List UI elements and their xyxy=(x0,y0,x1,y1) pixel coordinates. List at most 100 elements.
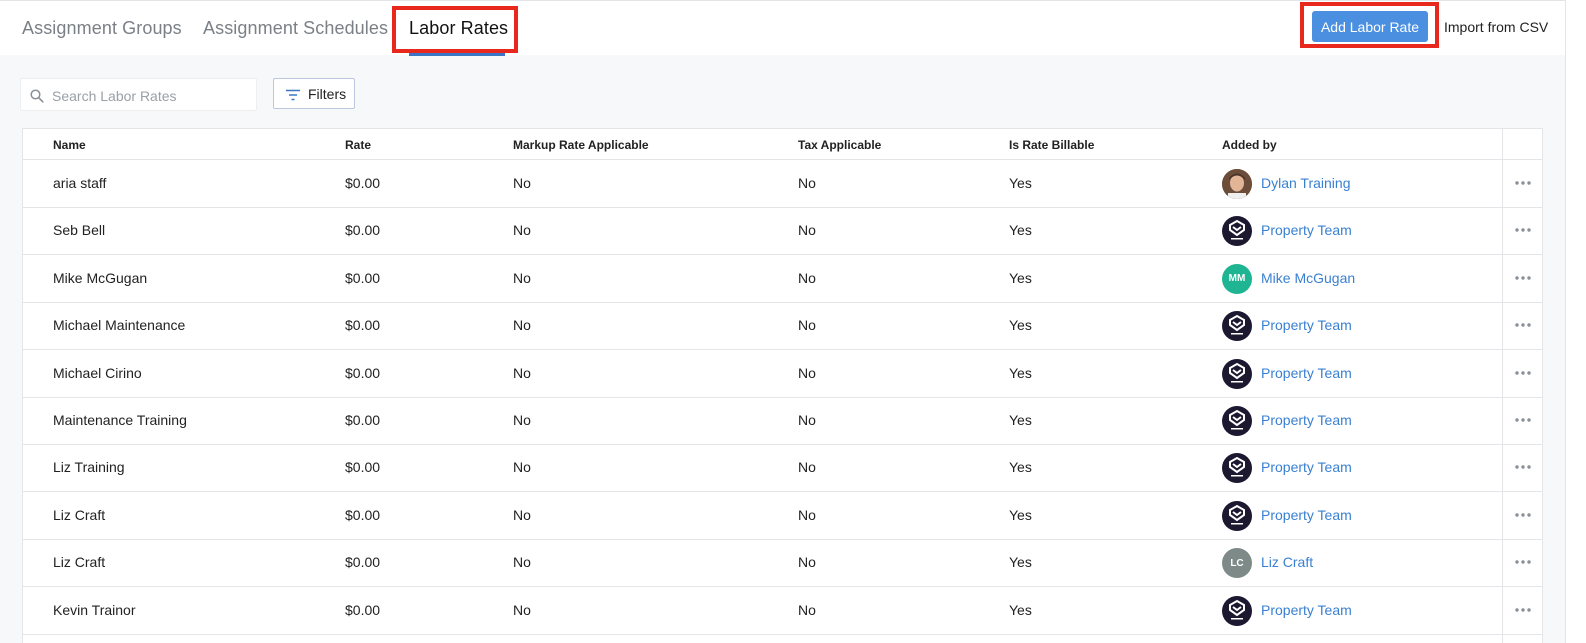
added-by-link[interactable]: Mike McGugan xyxy=(1261,270,1355,286)
table-row[interactable]: Liz Craft $0.00 No No Yes Property Team xyxy=(23,492,1542,540)
labor-rates-table: Name Rate Markup Rate Applicable Tax App… xyxy=(22,128,1543,643)
rate-cell: $0.00 xyxy=(345,459,381,476)
more-options-icon[interactable] xyxy=(1514,552,1532,570)
more-options-icon[interactable] xyxy=(1514,600,1532,618)
billable-cell: Yes xyxy=(1009,506,1032,523)
table-row[interactable]: Liz Craft $0.00 No No Yes LC Liz Craft xyxy=(23,539,1542,588)
table-row[interactable]: Mike McGugan $0.00 No No Yes MM Mike McGugan xyxy=(23,255,1542,303)
name-cell: Liz Training xyxy=(53,459,125,476)
more-options-icon[interactable] xyxy=(1514,410,1532,428)
filters-button[interactable]: Filters xyxy=(273,78,355,109)
billable-cell: Yes xyxy=(1009,601,1032,618)
rate-cell: $0.00 xyxy=(345,364,381,381)
more-options-icon[interactable] xyxy=(1514,173,1532,191)
top-nav-bar: Assignment Groups Assignment Schedules L… xyxy=(0,0,1586,56)
add-labor-rate-button[interactable]: Add Labor Rate xyxy=(1312,11,1428,42)
table-row[interactable]: Michael Cirino $0.00 No No Yes Property Team xyxy=(23,350,1542,398)
tax-cell: No xyxy=(798,554,816,571)
rate-cell: $0.00 xyxy=(345,554,381,571)
table-row[interactable]: Michael Maintenance $0.00 No No Yes Property… xyxy=(23,302,1542,351)
column-header-added-by[interactable]: Added by xyxy=(1222,138,1277,152)
rate-cell: $0.00 xyxy=(345,175,381,191)
rate-cell: $0.00 xyxy=(345,601,381,618)
search-icon xyxy=(30,89,44,108)
name-cell: Michael Maintenance xyxy=(53,317,186,334)
filters-label: Filters xyxy=(308,86,347,102)
added-by-link[interactable]: Property Team xyxy=(1261,365,1352,381)
table-row[interactable]: Kevin Trainor $0.00 No No Yes Property Team xyxy=(23,587,1542,635)
column-header-name[interactable]: Name xyxy=(53,138,86,152)
name-cell: Maintenance Training xyxy=(53,412,187,428)
property-team-logo-icon xyxy=(1222,453,1252,484)
more-options-icon[interactable] xyxy=(1514,268,1532,286)
tax-cell: No xyxy=(798,175,816,191)
filter-icon xyxy=(285,88,301,106)
active-tab-indicator xyxy=(409,53,505,56)
rate-cell: $0.00 xyxy=(345,412,381,428)
markup-cell: No xyxy=(513,175,531,191)
billable-cell: Yes xyxy=(1009,222,1032,239)
more-options-icon[interactable] xyxy=(1514,315,1532,333)
more-options-icon[interactable] xyxy=(1514,505,1532,523)
user-initials-avatar: MM xyxy=(1222,263,1252,294)
property-team-logo-icon xyxy=(1222,406,1252,436)
avatar-initials: MM xyxy=(1228,273,1246,285)
column-header-billable[interactable]: Is Rate Billable xyxy=(1009,138,1094,152)
added-by-link[interactable]: Property Team xyxy=(1261,412,1352,428)
name-cell: aria staff xyxy=(53,175,107,191)
added-by-link[interactable]: Property Team xyxy=(1261,222,1352,238)
added-by-link[interactable]: Property Team xyxy=(1261,507,1352,523)
added-by-link[interactable]: Dylan Training xyxy=(1261,175,1351,191)
rate-cell: $0.00 xyxy=(345,317,381,334)
more-options-icon[interactable] xyxy=(1514,457,1532,475)
import-csv-link[interactable]: Import from CSV xyxy=(1444,19,1548,35)
rate-cell: $0.00 xyxy=(345,506,381,523)
billable-cell: Yes xyxy=(1009,317,1032,334)
table-row[interactable]: Seb Bell $0.00 No No Yes Property Team xyxy=(23,207,1542,256)
markup-cell: No xyxy=(513,601,531,618)
tax-cell: No xyxy=(798,459,816,476)
scrollbar-track[interactable] xyxy=(1565,0,1586,643)
property-team-logo-icon xyxy=(1222,311,1252,342)
search-input[interactable]: Search Labor Rates xyxy=(20,78,257,111)
tax-cell: No xyxy=(798,601,816,618)
property-team-logo-icon xyxy=(1222,358,1252,389)
more-options-icon[interactable] xyxy=(1514,220,1532,238)
markup-cell: No xyxy=(513,364,531,381)
rate-cell: $0.00 xyxy=(345,222,381,239)
property-team-logo-icon xyxy=(1222,500,1252,531)
added-by-link[interactable]: Property Team xyxy=(1261,602,1352,618)
tab-labor-rates[interactable]: Labor Rates xyxy=(409,18,508,39)
billable-cell: Yes xyxy=(1009,459,1032,476)
tab-assignment-groups[interactable]: Assignment Groups xyxy=(22,18,182,39)
user-initials-avatar: LC xyxy=(1222,548,1252,579)
more-options-icon[interactable] xyxy=(1514,363,1532,381)
column-header-rate[interactable]: Rate xyxy=(345,138,371,152)
added-by-link[interactable]: Property Team xyxy=(1261,459,1352,475)
billable-cell: Yes xyxy=(1009,554,1032,571)
added-by-link[interactable]: Liz Craft xyxy=(1261,554,1313,570)
added-by-link[interactable]: Property Team xyxy=(1261,317,1352,333)
column-header-markup[interactable]: Markup Rate Applicable xyxy=(513,138,649,152)
property-team-logo-icon xyxy=(1222,216,1252,247)
table-row[interactable]: aria staff $0.00 No No Yes Dylan Training xyxy=(23,160,1542,208)
column-header-tax[interactable]: Tax Applicable xyxy=(798,138,881,152)
user-photo-avatar xyxy=(1222,169,1252,199)
tab-assignment-schedules[interactable]: Assignment Schedules xyxy=(203,18,388,39)
name-cell: Kevin Trainor xyxy=(53,601,136,618)
search-placeholder: Search Labor Rates xyxy=(52,88,177,104)
name-cell: Liz Craft xyxy=(53,506,106,523)
table-row[interactable]: Liz Training $0.00 No No Yes Property Team xyxy=(23,444,1542,493)
name-cell: Liz Craft xyxy=(53,554,106,571)
tax-cell: No xyxy=(798,222,816,239)
markup-cell: No xyxy=(513,269,531,286)
markup-cell: No xyxy=(513,222,531,239)
table-row[interactable]: Maintenance Training $0.00 No No Yes Propert… xyxy=(23,397,1542,445)
tax-cell: No xyxy=(798,412,816,428)
table-header: Name Rate Markup Rate Applicable Tax App… xyxy=(23,129,1542,160)
markup-cell: No xyxy=(513,412,531,428)
name-cell: Mike McGugan xyxy=(53,269,148,286)
billable-cell: Yes xyxy=(1009,364,1032,381)
billable-cell: Yes xyxy=(1009,269,1032,286)
markup-cell: No xyxy=(513,506,531,523)
